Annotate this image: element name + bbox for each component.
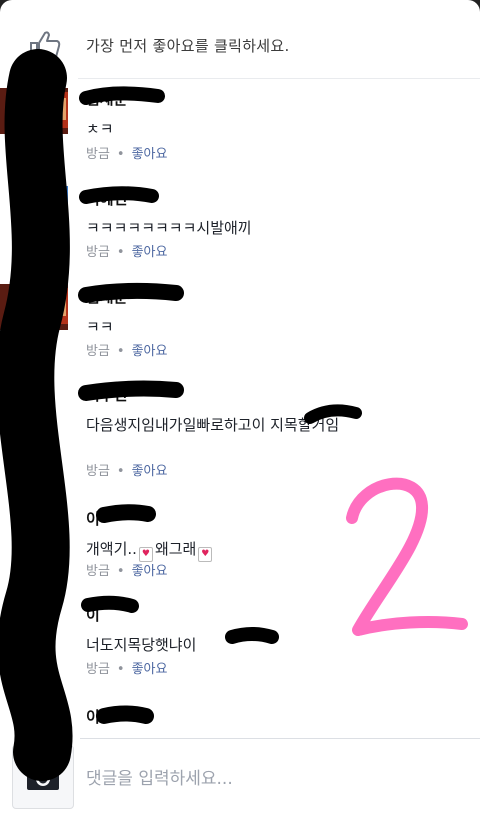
- like-link[interactable]: 좋아요: [132, 564, 168, 579]
- comment-composer: 댓글을 입력하세요...: [0, 740, 480, 819]
- avatar[interactable]: [0, 184, 68, 230]
- avatar[interactable]: [0, 284, 68, 330]
- comment-text: ㅊㅋ: [86, 120, 114, 138]
- comments-panel: 가장 먼저 좋아요를 클릭하세요. 엄재준 ㅊㅋ 방금 • 좋아요 이혜민 ㅋㅋㅋㅋ…: [0, 0, 480, 819]
- comment-author[interactable]: 이: [86, 604, 100, 625]
- comment-text: 개액기.. ♥ 왜그래 ♥: [86, 538, 214, 562]
- comment-text: 다음생지임내가일빠로하고이 지목할거임: [86, 416, 340, 434]
- thumbs-up-icon[interactable]: [28, 28, 62, 62]
- comment-text: ㅋㅋ: [86, 318, 114, 336]
- comment-time: 방금: [86, 245, 110, 260]
- comment-input[interactable]: 댓글을 입력하세요...: [86, 764, 233, 789]
- comment-time: 방금: [86, 147, 110, 162]
- avatar[interactable]: [0, 88, 68, 134]
- comment-author[interactable]: 이혜민: [86, 188, 127, 209]
- separator-dot: •: [116, 662, 125, 677]
- separator-dot: •: [116, 147, 125, 162]
- heart-card-emoji-icon: ♥: [198, 547, 213, 562]
- comment-meta: 방금 • 좋아요: [86, 340, 167, 359]
- handwritten-number-2: 2: [346, 477, 468, 636]
- comment-author[interactable]: 이수민: [86, 384, 127, 405]
- like-link[interactable]: 좋아요: [132, 245, 168, 260]
- comment-meta: 방금 • 좋아요: [86, 460, 167, 479]
- redaction-overlay: [0, 49, 362, 781]
- comment-time: 방금: [86, 464, 110, 479]
- divider: [78, 78, 480, 79]
- like-prompt[interactable]: 가장 먼저 좋아요를 클릭하세요.: [28, 28, 290, 62]
- separator-dot: •: [116, 464, 125, 479]
- comment-time: 방금: [86, 662, 110, 677]
- comment-author[interactable]: 이: [86, 508, 100, 529]
- comment-author[interactable]: 엄재준: [86, 286, 127, 307]
- like-prompt-text: 가장 먼저 좋아요를 클릭하세요.: [86, 36, 290, 55]
- like-link[interactable]: 좋아요: [132, 147, 168, 162]
- camera-button[interactable]: [12, 745, 74, 809]
- separator-dot: •: [116, 344, 125, 359]
- comment-meta: 방금 • 좋아요: [86, 241, 167, 260]
- comment-text-part: 개액기..: [86, 540, 137, 558]
- comment-time: 방금: [86, 344, 110, 359]
- comment-author[interactable]: 엄재준: [86, 88, 127, 109]
- comment-meta: 방금 • 좋아요: [86, 143, 167, 162]
- comment-time: 방금: [86, 564, 110, 579]
- like-link[interactable]: 좋아요: [132, 662, 168, 677]
- separator-dot: •: [116, 245, 125, 260]
- like-link[interactable]: 좋아요: [132, 464, 168, 479]
- comment-text-part: 왜그래: [154, 540, 197, 558]
- comment-meta: 방금 • 좋아요: [86, 658, 167, 677]
- comment-text: ㅋㅋㅋㅋㅋㅋㅋㅋ시발애끼: [86, 219, 252, 237]
- comment-text: 너도지목당햇냐이: [86, 636, 197, 654]
- camera-icon: [27, 765, 59, 790]
- comment-meta: 방금 • 좋아요: [86, 560, 167, 579]
- separator-dot: •: [116, 564, 125, 579]
- comment-author[interactable]: 이: [86, 706, 100, 727]
- like-link[interactable]: 좋아요: [132, 344, 168, 359]
- divider: [80, 738, 480, 739]
